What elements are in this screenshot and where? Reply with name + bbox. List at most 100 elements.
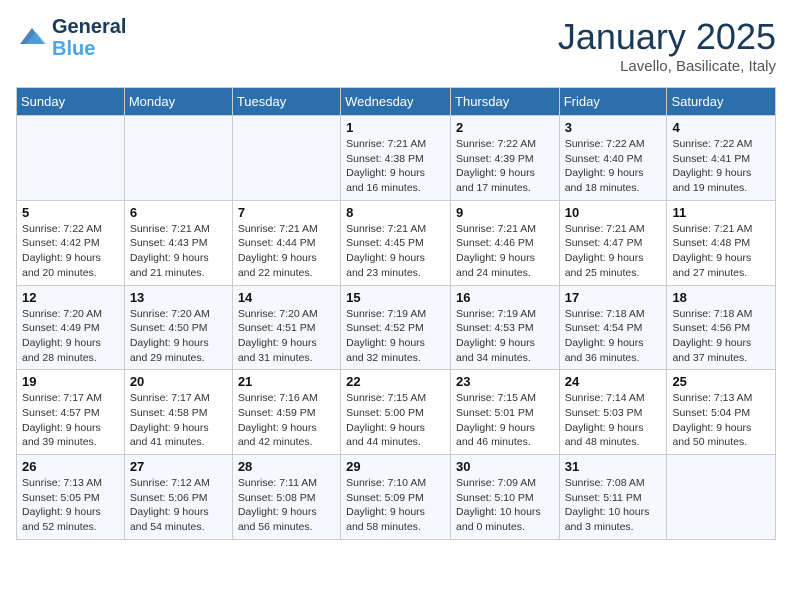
calendar-cell: 31 Sunrise: 7:08 AM Sunset: 5:11 PM Dayli…: [559, 455, 667, 540]
day-number: 25: [672, 374, 770, 389]
calendar-cell: 3Sunrise: 7:22 AM Sunset: 4:40 PM Daylig…: [559, 116, 667, 201]
day-number: 11: [672, 205, 770, 220]
day-info: Sunrise: 7:20 AM Sunset: 4:49 PM Dayligh…: [22, 307, 119, 366]
weekday-header-friday: Friday: [559, 88, 667, 116]
calendar-cell: 28 Sunrise: 7:11 AM Sunset: 5:08 PM Dayli…: [232, 455, 340, 540]
calendar-cell: 1Sunrise: 7:21 AM Sunset: 4:38 PM Daylig…: [341, 116, 451, 201]
calendar-cell: 27 Sunrise: 7:12 AM Sunset: 5:06 PM Dayli…: [124, 455, 232, 540]
day-number: 31: [565, 459, 662, 474]
day-info: Sunrise: 7:20 AM Sunset: 4:50 PM Dayligh…: [130, 307, 227, 366]
day-number: 18: [672, 290, 770, 305]
day-info: Sunrise: 7:21 AM Sunset: 4:43 PM Dayligh…: [130, 222, 227, 281]
day-number: 23: [456, 374, 554, 389]
calendar-cell: 21 Sunrise: 7:16 AM Sunset: 4:59 PM Dayli…: [232, 370, 340, 455]
calendar-cell: [124, 116, 232, 201]
day-number: 6: [130, 205, 227, 220]
day-info: Sunrise: 7:20 AM Sunset: 4:51 PM Dayligh…: [238, 307, 335, 366]
weekday-header-tuesday: Tuesday: [232, 88, 340, 116]
day-info: Sunrise: 7:13 AM Sunset: 5:04 PM Dayligh…: [672, 391, 770, 450]
calendar-cell: 18 Sunrise: 7:18 AM Sunset: 4:56 PM Dayli…: [667, 285, 776, 370]
day-number: 29: [346, 459, 445, 474]
day-number: 9: [456, 205, 554, 220]
weekday-header-monday: Monday: [124, 88, 232, 116]
day-info: Sunrise: 7:22 AM Sunset: 4:42 PM Dayligh…: [22, 222, 119, 281]
day-info: Sunrise: 7:12 AM Sunset: 5:06 PM Dayligh…: [130, 476, 227, 535]
day-info: Sunrise: 7:19 AM Sunset: 4:53 PM Dayligh…: [456, 307, 554, 366]
calendar-cell: [232, 116, 340, 201]
calendar-cell: 15 Sunrise: 7:19 AM Sunset: 4:52 PM Dayli…: [341, 285, 451, 370]
day-number: 5: [22, 205, 119, 220]
day-number: 27: [130, 459, 227, 474]
day-number: 3: [565, 120, 662, 135]
day-info: Sunrise: 7:21 AM Sunset: 4:46 PM Dayligh…: [456, 222, 554, 281]
day-number: 19: [22, 374, 119, 389]
day-number: 28: [238, 459, 335, 474]
calendar-cell: 19 Sunrise: 7:17 AM Sunset: 4:57 PM Dayli…: [17, 370, 125, 455]
calendar-cell: 2 Sunrise: 7:22 AM Sunset: 4:39 PM Daylig…: [451, 116, 560, 201]
calendar-cell: 6 Sunrise: 7:21 AM Sunset: 4:43 PM Daylig…: [124, 200, 232, 285]
calendar-cell: 4Sunrise: 7:22 AM Sunset: 4:41 PM Daylig…: [667, 116, 776, 201]
day-info: Sunrise: 7:21 AM Sunset: 4:44 PM Dayligh…: [238, 222, 335, 281]
calendar-week-row: 26 Sunrise: 7:13 AM Sunset: 5:05 PM Dayli…: [17, 455, 776, 540]
day-number: 8: [346, 205, 445, 220]
day-info: Sunrise: 7:17 AM Sunset: 4:57 PM Dayligh…: [22, 391, 119, 450]
day-number: 16: [456, 290, 554, 305]
calendar-cell: 9 Sunrise: 7:21 AM Sunset: 4:46 PM Daylig…: [451, 200, 560, 285]
calendar-cell: 14Sunrise: 7:20 AM Sunset: 4:51 PM Dayli…: [232, 285, 340, 370]
calendar-cell: 7 Sunrise: 7:21 AM Sunset: 4:44 PM Daylig…: [232, 200, 340, 285]
logo-name-general: General: [52, 16, 126, 38]
day-number: 24: [565, 374, 662, 389]
calendar-cell: 13 Sunrise: 7:20 AM Sunset: 4:50 PM Dayli…: [124, 285, 232, 370]
calendar-cell: [17, 116, 125, 201]
day-info: Sunrise: 7:14 AM Sunset: 5:03 PM Dayligh…: [565, 391, 662, 450]
calendar-table: SundayMondayTuesdayWednesdayThursdayFrid…: [16, 87, 776, 540]
day-info: Sunrise: 7:19 AM Sunset: 4:52 PM Dayligh…: [346, 307, 445, 366]
day-info: Sunrise: 7:13 AM Sunset: 5:05 PM Dayligh…: [22, 476, 119, 535]
calendar-week-row: 19 Sunrise: 7:17 AM Sunset: 4:57 PM Dayli…: [17, 370, 776, 455]
day-number: 13: [130, 290, 227, 305]
day-info: Sunrise: 7:21 AM Sunset: 4:38 PM Dayligh…: [346, 137, 445, 196]
day-number: 21: [238, 374, 335, 389]
day-info: Sunrise: 7:15 AM Sunset: 5:00 PM Dayligh…: [346, 391, 445, 450]
calendar-title: January 2025: [558, 16, 776, 58]
calendar-cell: 17Sunrise: 7:18 AM Sunset: 4:54 PM Dayli…: [559, 285, 667, 370]
calendar-cell: 11 Sunrise: 7:21 AM Sunset: 4:48 PM Dayli…: [667, 200, 776, 285]
day-info: Sunrise: 7:18 AM Sunset: 4:54 PM Dayligh…: [565, 307, 662, 366]
calendar-cell: 29Sunrise: 7:10 AM Sunset: 5:09 PM Dayli…: [341, 455, 451, 540]
day-number: 7: [238, 205, 335, 220]
calendar-cell: 16 Sunrise: 7:19 AM Sunset: 4:53 PM Dayli…: [451, 285, 560, 370]
day-number: 15: [346, 290, 445, 305]
logo: General Blue: [16, 16, 126, 60]
day-info: Sunrise: 7:22 AM Sunset: 4:39 PM Dayligh…: [456, 137, 554, 196]
calendar-cell: 10 Sunrise: 7:21 AM Sunset: 4:47 PM Dayli…: [559, 200, 667, 285]
calendar-cell: 5 Sunrise: 7:22 AM Sunset: 4:42 PM Daylig…: [17, 200, 125, 285]
weekday-header-thursday: Thursday: [451, 88, 560, 116]
day-info: Sunrise: 7:22 AM Sunset: 4:41 PM Dayligh…: [672, 137, 770, 196]
day-number: 26: [22, 459, 119, 474]
calendar-week-row: 1Sunrise: 7:21 AM Sunset: 4:38 PM Daylig…: [17, 116, 776, 201]
day-number: 22: [346, 374, 445, 389]
day-info: Sunrise: 7:18 AM Sunset: 4:56 PM Dayligh…: [672, 307, 770, 366]
calendar-cell: 12 Sunrise: 7:20 AM Sunset: 4:49 PM Dayli…: [17, 285, 125, 370]
day-number: 12: [22, 290, 119, 305]
calendar-week-row: 5 Sunrise: 7:22 AM Sunset: 4:42 PM Daylig…: [17, 200, 776, 285]
day-info: Sunrise: 7:16 AM Sunset: 4:59 PM Dayligh…: [238, 391, 335, 450]
calendar-cell: 25 Sunrise: 7:13 AM Sunset: 5:04 PM Dayli…: [667, 370, 776, 455]
day-number: 10: [565, 205, 662, 220]
title-area: January 2025 Lavello, Basilicate, Italy: [558, 16, 776, 75]
day-number: 2: [456, 120, 554, 135]
day-number: 30: [456, 459, 554, 474]
day-info: Sunrise: 7:17 AM Sunset: 4:58 PM Dayligh…: [130, 391, 227, 450]
header: General Blue January 2025 Lavello, Basil…: [16, 16, 776, 75]
day-info: Sunrise: 7:21 AM Sunset: 4:48 PM Dayligh…: [672, 222, 770, 281]
calendar-cell: 8 Sunrise: 7:21 AM Sunset: 4:45 PM Daylig…: [341, 200, 451, 285]
calendar-cell: 24 Sunrise: 7:14 AM Sunset: 5:03 PM Dayli…: [559, 370, 667, 455]
calendar-cell: 30Sunrise: 7:09 AM Sunset: 5:10 PM Dayli…: [451, 455, 560, 540]
day-info: Sunrise: 7:21 AM Sunset: 4:45 PM Dayligh…: [346, 222, 445, 281]
calendar-cell: 23Sunrise: 7:15 AM Sunset: 5:01 PM Dayli…: [451, 370, 560, 455]
day-info: Sunrise: 7:21 AM Sunset: 4:47 PM Dayligh…: [565, 222, 662, 281]
day-info: Sunrise: 7:08 AM Sunset: 5:11 PM Dayligh…: [565, 476, 662, 535]
logo-icon: [16, 24, 48, 52]
day-info: Sunrise: 7:11 AM Sunset: 5:08 PM Dayligh…: [238, 476, 335, 535]
weekday-header-wednesday: Wednesday: [341, 88, 451, 116]
